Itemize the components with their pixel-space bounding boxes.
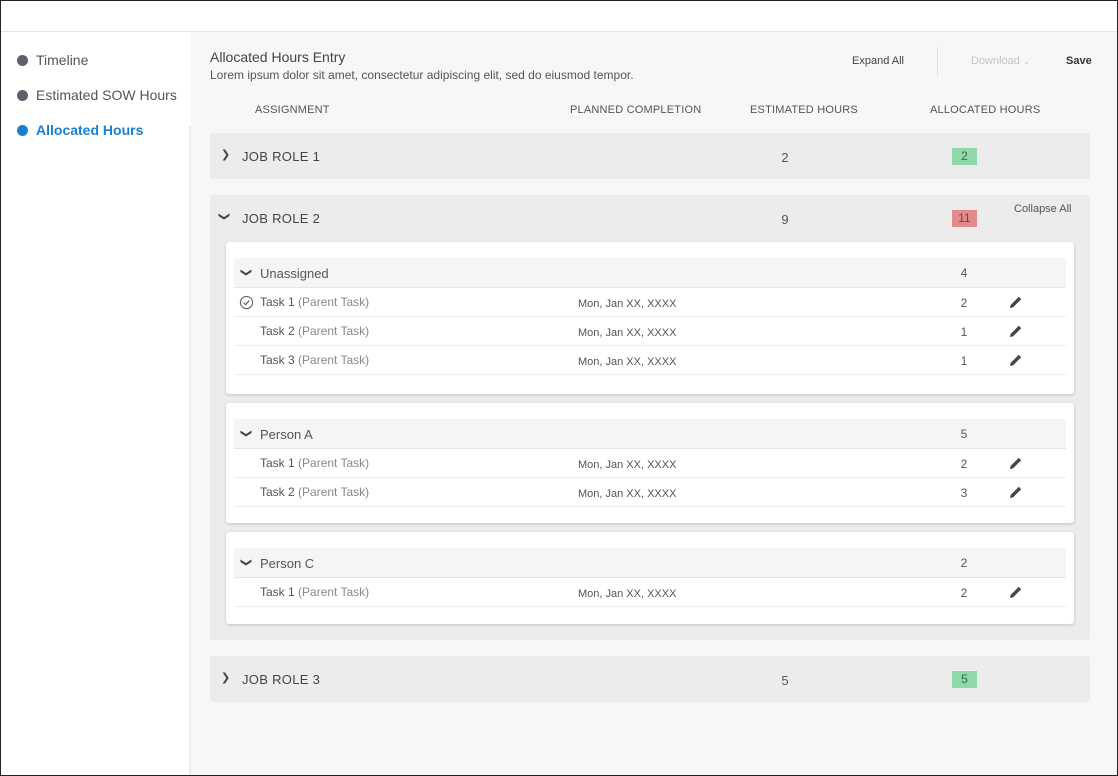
task-hours: 2 — [960, 586, 968, 600]
assignee-total-hours: 4 — [960, 266, 968, 280]
job-role-header[interactable]: ❯ JOB ROLE 3 5 5 — [210, 656, 1090, 702]
task-row: Task 3 (Parent Task) Mon, Jan XX, XXXX 1 — [234, 346, 1066, 375]
assignee-group-header[interactable]: ❯ Person A 5 — [234, 419, 1066, 449]
save-button[interactable]: Save — [1066, 55, 1092, 67]
pencil-icon[interactable] — [1008, 323, 1024, 339]
pencil-icon[interactable] — [1008, 455, 1024, 471]
chevron-down-icon: ❯ — [240, 428, 253, 439]
assignee-group-header[interactable]: ❯ Person C 2 — [234, 548, 1066, 578]
task-name: Task 1 (Parent Task) — [260, 456, 370, 470]
assignee-total-hours: 5 — [960, 427, 968, 441]
task-planned-date: Mon, Jan XX, XXXX — [578, 327, 677, 339]
estimated-hours-value: 9 — [781, 212, 789, 227]
job-role-name: JOB ROLE 3 — [242, 672, 321, 687]
job-role-row: ❯ JOB ROLE 1 2 2 — [210, 133, 1090, 179]
chevron-right-icon: ❯ — [221, 672, 231, 684]
task-row: Task 1 (Parent Task) Mon, Jan XX, XXXX 2 — [234, 578, 1066, 607]
task-planned-date: Mon, Jan XX, XXXX — [578, 459, 677, 471]
sidebar-item-allocated-hours[interactable]: Allocated Hours — [17, 122, 143, 138]
chevron-down-icon: ⌄ — [1022, 57, 1030, 66]
task-name: Task 1 (Parent Task) — [260, 585, 370, 599]
task-planned-date: Mon, Jan XX, XXXX — [578, 488, 677, 500]
sidebar-item-timeline[interactable]: Timeline — [17, 52, 88, 68]
toolbar-divider — [937, 47, 938, 77]
job-role-row: ❯ JOB ROLE 2 9 11 Collapse All ❯ Unassig… — [210, 195, 1090, 640]
task-row: Task 1 (Parent Task) Mon, Jan XX, XXXX 2 — [234, 449, 1066, 478]
job-role-name: JOB ROLE 2 — [242, 211, 321, 226]
sidebar-item-label: Estimated SOW Hours — [36, 87, 177, 103]
task-row: Task 2 (Parent Task) Mon, Jan XX, XXXX 3 — [234, 478, 1066, 507]
allocated-hours-badge: 5 — [952, 671, 977, 688]
sidebar-item-label: Allocated Hours — [36, 122, 144, 138]
pencil-icon[interactable] — [1008, 584, 1024, 600]
pencil-icon[interactable] — [1008, 294, 1024, 310]
assignee-card: ❯ Person A 5 Task 1 (Parent Task) Mon, J… — [226, 403, 1074, 523]
pencil-icon[interactable] — [1008, 484, 1024, 500]
chevron-right-icon: ❯ — [221, 149, 231, 161]
task-planned-date: Mon, Jan XX, XXXX — [578, 298, 677, 310]
step-dot-icon — [17, 54, 28, 66]
assignee-name: Person C — [260, 556, 315, 571]
assignee-name: Unassigned — [260, 266, 329, 281]
step-dot-icon — [17, 124, 28, 136]
chevron-down-icon: ❯ — [240, 557, 253, 568]
page-subtitle: Lorem ipsum dolor sit amet, consectetur … — [210, 68, 634, 82]
job-role-name: JOB ROLE 1 — [242, 149, 321, 164]
main-content: Allocated Hours Entry Lorem ipsum dolor … — [191, 32, 1117, 775]
step-dot-icon — [17, 89, 28, 101]
task-planned-date: Mon, Jan XX, XXXX — [578, 356, 677, 368]
column-header-estimated-hours: ESTIMATED HOURS — [750, 104, 858, 116]
sidebar-item-label: Timeline — [36, 52, 89, 68]
task-row: Task 1 (Parent Task) Mon, Jan XX, XXXX 2 — [234, 288, 1066, 317]
task-hours: 1 — [960, 325, 968, 339]
sidebar-item-estimated-sow-hours[interactable]: Estimated SOW Hours — [17, 87, 177, 103]
task-name: Task 2 (Parent Task) — [260, 324, 370, 338]
task-name: Task 2 (Parent Task) — [260, 485, 370, 499]
task-hours: 2 — [960, 457, 968, 471]
task-planned-date: Mon, Jan XX, XXXX — [578, 588, 677, 600]
allocated-hours-badge: 2 — [952, 148, 977, 165]
assignee-card: ❯ Unassigned 4 Task 1 (Parent Task) Mon,… — [226, 242, 1074, 394]
assignee-group-header[interactable]: ❯ Unassigned 4 — [234, 258, 1066, 288]
estimated-hours-value: 5 — [781, 673, 789, 688]
app-window: Timeline Estimated SOW Hours Allocated H… — [0, 0, 1118, 776]
sidebar: Timeline Estimated SOW Hours Allocated H… — [1, 32, 190, 775]
task-name: Task 3 (Parent Task) — [260, 353, 370, 367]
task-hours: 1 — [960, 354, 968, 368]
column-header-allocated-hours: ALLOCATED HOURS — [930, 104, 1041, 116]
task-name: Task 1 (Parent Task) — [260, 295, 370, 309]
job-role-header[interactable]: ❯ JOB ROLE 2 9 11 — [210, 195, 1090, 241]
assignee-card: ❯ Person C 2 Task 1 (Parent Task) Mon, J… — [226, 532, 1074, 624]
download-label: Download — [971, 55, 1020, 67]
task-row: Task 2 (Parent Task) Mon, Jan XX, XXXX 1 — [234, 317, 1066, 346]
task-hours: 3 — [960, 486, 968, 500]
chevron-down-icon: ❯ — [240, 267, 253, 278]
assignee-name: Person A — [260, 427, 313, 442]
page-title: Allocated Hours Entry — [210, 49, 346, 65]
chevron-down-icon: ❯ — [218, 211, 231, 222]
expand-all-button[interactable]: Expand All — [852, 55, 904, 67]
download-button[interactable]: Download ⌄ — [971, 55, 1030, 67]
allocated-hours-badge: 11 — [952, 210, 977, 227]
top-bar — [1, 1, 1117, 32]
collapse-all-button[interactable]: Collapse All — [1014, 203, 1071, 215]
job-role-header[interactable]: ❯ JOB ROLE 1 2 2 — [210, 133, 1090, 179]
column-header-assignment: ASSIGNMENT — [255, 104, 330, 116]
pencil-icon[interactable] — [1008, 352, 1024, 368]
task-hours: 2 — [960, 296, 968, 310]
assignee-total-hours: 2 — [960, 556, 968, 570]
estimated-hours-value: 2 — [781, 150, 789, 165]
column-header-planned-completion: PLANNED COMPLETION — [570, 104, 702, 116]
check-circle-icon — [239, 295, 254, 310]
job-role-row: ❯ JOB ROLE 3 5 5 — [210, 656, 1090, 702]
